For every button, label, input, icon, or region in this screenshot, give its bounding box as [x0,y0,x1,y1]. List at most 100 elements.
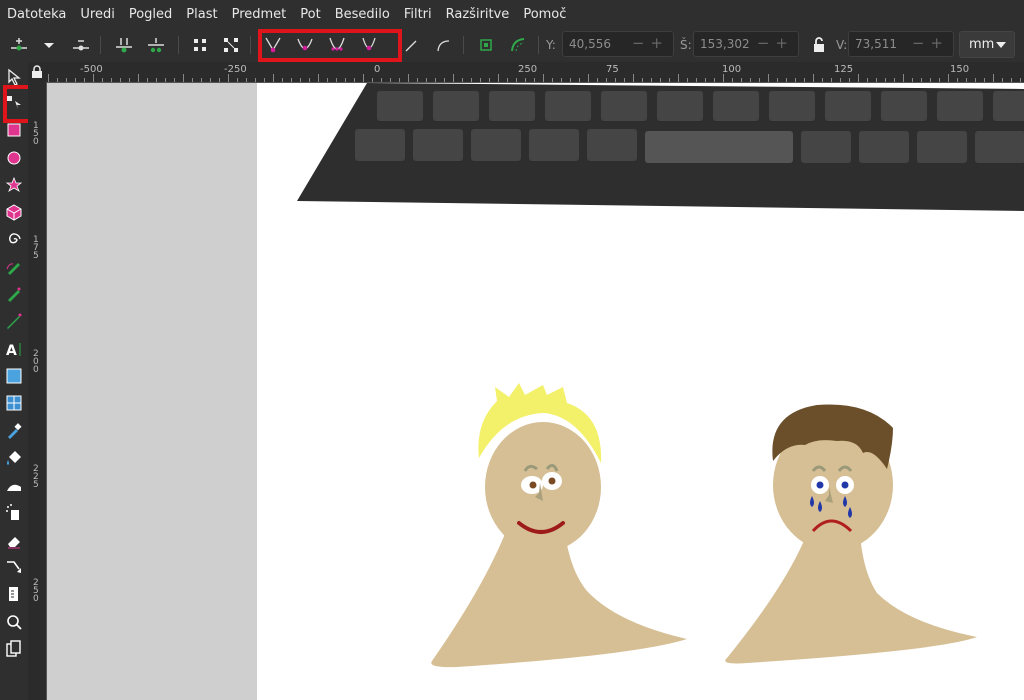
svg-text:A: A [6,343,17,359]
ruler-tick [543,74,544,82]
stroke-to-path-icon[interactable] [507,34,529,56]
ruler-tick [363,74,364,82]
spiral-tool-icon[interactable] [4,229,24,249]
width-field[interactable]: 153,302 −+ [693,31,799,57]
menu-edit[interactable]: Uredi [73,7,121,22]
join-segment-icon[interactable] [189,34,211,56]
ruler-tick [669,78,670,82]
ruler-tick [930,78,931,82]
tweak-tool-icon[interactable] [4,475,24,495]
measure-tool-icon[interactable] [4,584,24,604]
ruler-tick [696,78,697,82]
ruler-tick [534,78,535,82]
canvas-desk[interactable] [47,83,257,700]
eraser-tool-icon[interactable] [4,530,24,550]
ruler-tick [192,78,193,82]
menu-path[interactable]: Pot [293,7,327,22]
ruler-tick [426,78,427,82]
y-stepper-icon[interactable]: −+ [632,34,669,52]
calligraphy-tool-icon[interactable] [4,311,24,331]
spray-tool-icon[interactable] [4,502,24,522]
ruler-tick [831,78,832,82]
canvas-page[interactable] [257,83,1024,700]
ruler-tick [813,74,814,82]
ruler-tick [138,74,139,82]
menu-file[interactable]: Datoteka [0,7,73,22]
width-stepper-icon[interactable]: −+ [757,34,794,52]
pen-tool-icon[interactable] [4,284,24,304]
ruler-tick [921,78,922,82]
lock-guides-icon[interactable] [31,65,43,79]
delete-node-icon[interactable] [70,34,92,56]
3d-box-tool-icon[interactable] [4,202,24,222]
menu-object[interactable]: Predmet [225,7,294,22]
drawing [297,83,1024,668]
ruler-tick [867,78,868,82]
ruler-tick [165,78,166,82]
zoom-tool-icon[interactable] [4,612,24,632]
height-stepper-icon[interactable]: −+ [912,34,949,52]
menu-text[interactable]: Besedilo [328,7,397,22]
separator [463,36,464,54]
ruler-tick [183,74,184,82]
ruler-tick [102,78,103,82]
ruler-tick [75,78,76,82]
chevron-down-icon [996,42,1006,48]
ruler-tick [111,78,112,82]
keyboard-drawing[interactable] [297,83,1024,211]
ruler-tick [606,78,607,82]
menu-extensions[interactable]: Razširitve [439,7,517,22]
ruler-tick [1002,78,1003,82]
pages-tool-icon[interactable] [4,639,24,659]
ruler-tick [93,74,94,82]
text-tool-icon[interactable]: A [4,339,24,359]
ellipse-tool-icon[interactable] [4,148,24,168]
pencil-tool-icon[interactable] [4,257,24,277]
segment-line-icon[interactable] [400,34,422,56]
dropper-tool-icon[interactable] [4,421,24,441]
mesh-tool-icon[interactable] [4,393,24,413]
ruler-tick [786,78,787,82]
ruler-corner [28,62,46,82]
ruler-tick [300,78,301,82]
gradient-tool-icon[interactable] [4,366,24,386]
ruler-tick [1011,78,1012,82]
menu-layer[interactable]: Plast [179,7,224,22]
ruler-tick [120,78,121,82]
delete-segment-icon[interactable] [220,34,242,56]
sad-character-drawing[interactable] [725,404,977,664]
join-nodes-icon[interactable] [113,34,135,56]
dropdown-arrow-icon[interactable] [38,34,60,56]
ruler-tick [903,74,904,82]
height-label: V: [836,38,848,52]
rectangle-tool-icon[interactable] [4,120,24,140]
connector-tool-icon[interactable] [4,557,24,577]
ruler-tick [48,74,49,82]
ruler-tick [84,78,85,82]
menu-filters[interactable]: Filtri [397,7,439,22]
ruler-vertical[interactable]: 1 5 0 1 7 5 2 0 0 2 2 5 2 5 0 [28,82,47,700]
height-field[interactable]: 73,511 −+ [848,31,954,57]
menu-view[interactable]: Pogled [122,7,179,22]
happy-character-drawing[interactable] [431,383,687,668]
unit-value: mm [969,37,995,52]
ruler-tick [975,78,976,82]
paint-bucket-tool-icon[interactable] [4,448,24,468]
selector-tool-icon[interactable] [4,67,24,87]
ruler-label: -500 [80,64,103,75]
segment-curve-icon[interactable] [432,34,454,56]
width-value: 153,302 [700,37,750,51]
lock-icon[interactable] [808,34,830,56]
insert-node-icon[interactable] [8,34,30,56]
unit-select[interactable]: mm [959,31,1015,58]
ruler-tick [723,74,724,82]
ruler-horizontal[interactable]: -500 -250 0 250 75 100 125 150 [46,62,1024,83]
star-tool-icon[interactable] [4,175,24,195]
menu-help[interactable]: Pomoč [516,7,573,22]
break-path-icon[interactable] [145,34,167,56]
ruler-tick [291,78,292,82]
object-to-path-icon[interactable] [475,34,497,56]
ruler-tick [444,78,445,82]
y-field[interactable]: 40,556 −+ [562,31,674,57]
ruler-tick [840,78,841,82]
